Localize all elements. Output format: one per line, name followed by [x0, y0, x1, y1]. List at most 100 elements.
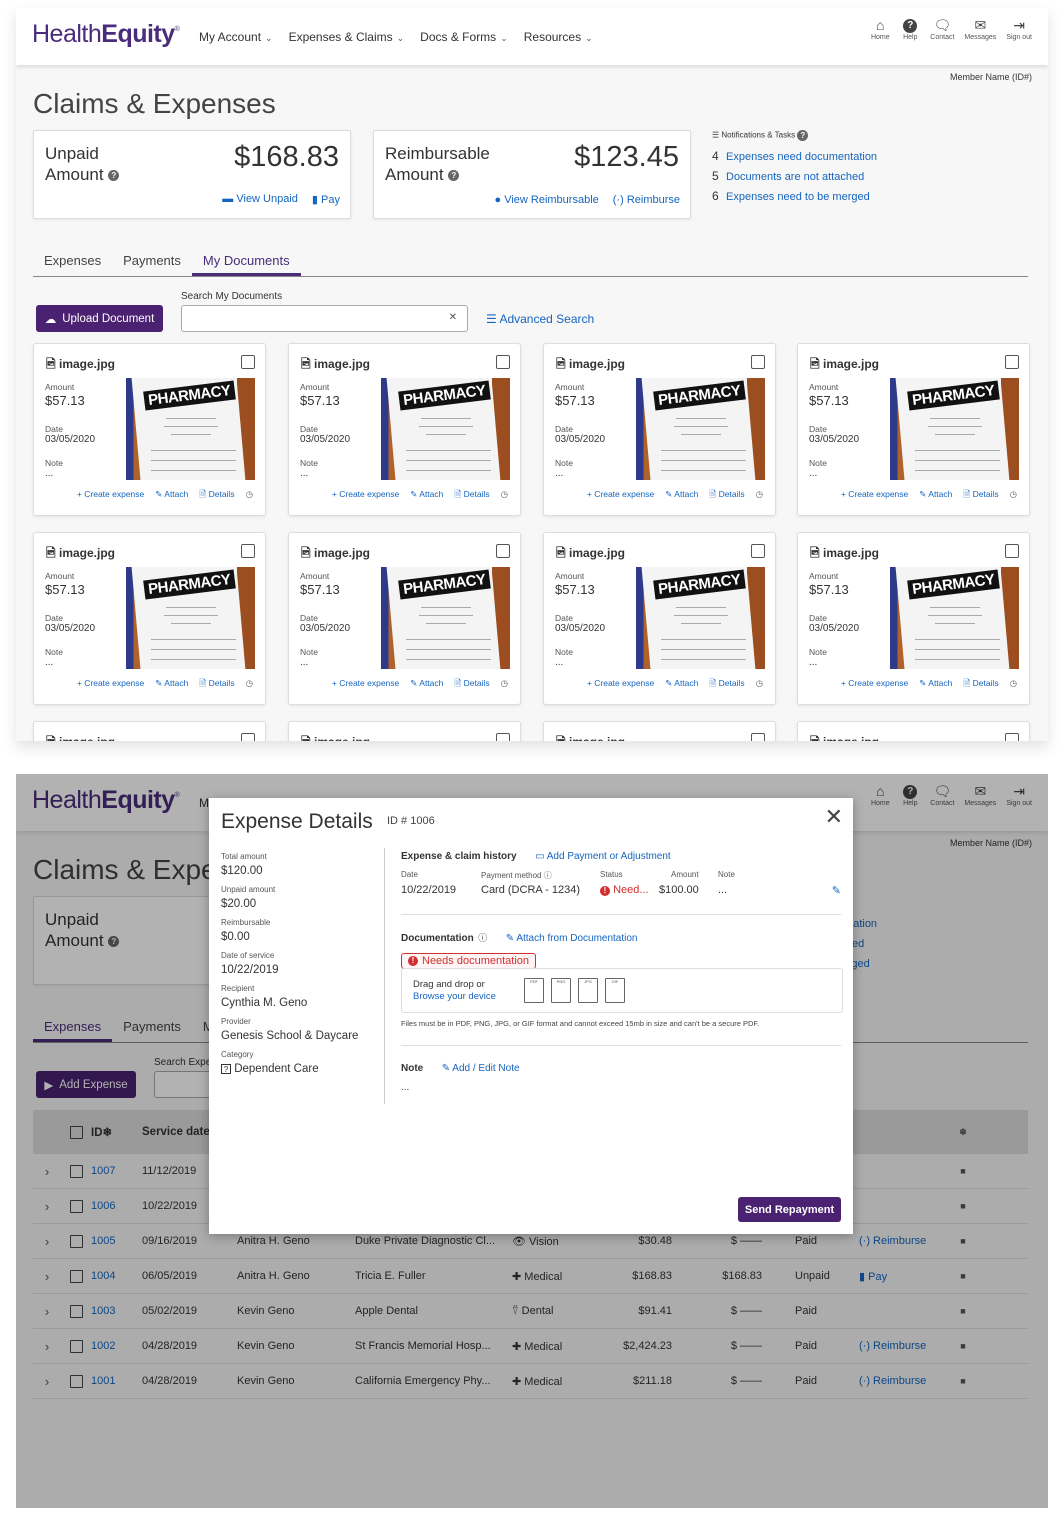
row-menu-icon[interactable]: ■ — [948, 1376, 978, 1386]
document-card[interactable]: 🖻 image.jpg Amount $57.13 Date 03/05/202… — [33, 343, 266, 516]
sign-out-link[interactable]: ⇥ Sign out — [1006, 16, 1032, 41]
history-clock-icon[interactable]: ◷ — [1010, 489, 1017, 503]
row-checkbox[interactable] — [69, 1269, 83, 1283]
help-icon[interactable]: ? — [797, 130, 809, 141]
row-checkbox[interactable] — [69, 1234, 83, 1248]
reimburse-link[interactable]: (·) Reimburse — [613, 194, 680, 206]
healthequity-logo[interactable]: HealthEquity® — [32, 20, 180, 49]
create-expense-link[interactable]: + Create expense — [587, 678, 654, 692]
select-checkbox[interactable] — [241, 355, 255, 369]
create-expense-link[interactable]: + Create expense — [77, 489, 144, 503]
history-clock-icon[interactable]: ◷ — [246, 489, 253, 503]
notification-item[interactable]: 5Documents are not attached — [712, 167, 877, 187]
document-card[interactable]: 🖻 image.jpg Amount $57.13 Date 03/05/202… — [33, 532, 266, 705]
expense-id-link[interactable]: 1004 — [91, 1270, 115, 1282]
details-link[interactable]: 🗎 Details — [199, 678, 234, 692]
upload-document-button[interactable]: ☁ Upload Document — [36, 305, 163, 332]
help-link[interactable]: ? Help — [900, 16, 920, 41]
table-row[interactable]: › 1004 06/05/2019 Anitra H. Geno Tricia … — [33, 1259, 1028, 1294]
help-icon[interactable]: ⓘ — [544, 871, 552, 880]
tab-my-documents[interactable]: My Documents — [191, 253, 301, 276]
send-repayment-button[interactable]: Send Repayment — [738, 1197, 841, 1222]
column-settings-icon[interactable]: ❄ — [948, 1127, 978, 1138]
select-checkbox[interactable] — [1005, 544, 1019, 558]
history-clock-icon[interactable]: ◷ — [1010, 678, 1017, 692]
contact-link[interactable]: 🗨 Contact — [930, 16, 954, 41]
receipt-thumbnail[interactable]: PHARMACY — [381, 567, 510, 669]
row-checkbox[interactable] — [69, 1164, 83, 1178]
close-icon[interactable]: ✕ — [825, 804, 843, 830]
details-link[interactable]: 🗎 Details — [963, 489, 998, 503]
history-clock-icon[interactable]: ◷ — [756, 489, 763, 503]
document-card[interactable]: 🖻 image.jpg Amount $57.13 Date 03/05/202… — [33, 721, 266, 741]
attach-link[interactable]: ✎ Attach — [665, 489, 698, 503]
home-link[interactable]: ⌂ Home — [870, 782, 890, 807]
tab-expenses[interactable]: Expenses — [33, 1019, 113, 1042]
sign-out-link[interactable]: ⇥ Sign out — [1006, 782, 1032, 807]
file-dropzone[interactable]: Drag and drop or Browse your device PDF P… — [401, 968, 843, 1013]
receipt-thumbnail[interactable]: PHARMACY — [636, 567, 765, 669]
document-card[interactable]: 🖻 image.jpg Amount $57.13 Date 03/05/202… — [797, 721, 1030, 741]
help-icon[interactable]: ⓘ — [478, 933, 487, 943]
expense-id-link[interactable]: 1007 — [91, 1165, 115, 1177]
expand-chevron-icon[interactable]: › — [33, 1374, 61, 1389]
expense-id-link[interactable]: 1002 — [91, 1340, 115, 1352]
row-menu-icon[interactable]: ■ — [948, 1201, 978, 1211]
document-card[interactable]: 🖻 image.jpg Amount $57.13 Date 03/05/202… — [288, 343, 521, 516]
nav-my-account[interactable]: My Account ⌄ — [199, 30, 273, 44]
receipt-thumbnail[interactable]: PHARMACY — [890, 378, 1019, 480]
healthequity-logo[interactable]: HealthEquity® — [32, 786, 180, 815]
document-card[interactable]: 🖻 image.jpg Amount $57.13 Date 03/05/202… — [288, 721, 521, 741]
history-clock-icon[interactable]: ◷ — [756, 678, 763, 692]
row-menu-icon[interactable]: ■ — [948, 1236, 978, 1246]
select-checkbox[interactable] — [496, 544, 510, 558]
attach-link[interactable]: ✎ Attach — [155, 678, 188, 692]
tab-payments[interactable]: Payments — [112, 253, 192, 276]
row-menu-icon[interactable]: ■ — [948, 1306, 978, 1316]
expense-id-link[interactable]: 1003 — [91, 1305, 115, 1317]
create-expense-link[interactable]: + Create expense — [841, 678, 908, 692]
add-edit-note-link[interactable]: ✎ Add / Edit Note — [442, 1063, 520, 1074]
messages-link[interactable]: ✉ Messages — [964, 782, 996, 807]
row-menu-icon[interactable]: ■ — [948, 1166, 978, 1176]
help-icon[interactable]: ? — [108, 936, 120, 948]
search-documents-input[interactable]: ✕ — [181, 305, 468, 332]
row-menu-icon[interactable]: ■ — [948, 1271, 978, 1281]
help-icon[interactable]: ? — [108, 170, 120, 182]
attach-link[interactable]: ✎ Attach — [155, 489, 188, 503]
select-checkbox[interactable] — [241, 544, 255, 558]
expand-chevron-icon[interactable]: › — [33, 1164, 61, 1179]
pay-link[interactable]: ▮ Pay — [312, 193, 340, 206]
details-link[interactable]: 🗎 Details — [709, 678, 744, 692]
expense-id-link[interactable]: 1006 — [91, 1200, 115, 1212]
receipt-thumbnail[interactable]: PHARMACY — [126, 378, 255, 480]
select-checkbox[interactable] — [751, 544, 765, 558]
expand-chevron-icon[interactable]: › — [33, 1269, 61, 1284]
select-checkbox[interactable] — [751, 733, 765, 741]
document-card[interactable]: 🖻 image.jpg Amount $57.13 Date 03/05/202… — [543, 532, 776, 705]
row-menu-icon[interactable]: ■ — [948, 1341, 978, 1351]
view-reimbursable-link[interactable]: ● View Reimbursable — [494, 194, 598, 206]
notification-item[interactable]: 4Expenses need documentation — [712, 147, 877, 167]
select-all-checkbox[interactable] — [69, 1125, 83, 1139]
document-card[interactable]: 🖻 image.jpg Amount $57.13 Date 03/05/202… — [543, 721, 776, 741]
document-card[interactable]: 🖻 image.jpg Amount $57.13 Date 03/05/202… — [797, 532, 1030, 705]
reimburse-link[interactable]: (·) Reimburse — [859, 1375, 926, 1387]
reimburse-link[interactable]: (·) Reimburse — [859, 1340, 926, 1352]
expand-chevron-icon[interactable]: › — [33, 1199, 61, 1214]
expand-chevron-icon[interactable]: › — [33, 1339, 61, 1354]
clear-search-icon[interactable]: ✕ — [449, 312, 457, 323]
details-link[interactable]: 🗎 Details — [199, 489, 234, 503]
attach-link[interactable]: ✎ Attach — [410, 678, 443, 692]
select-checkbox[interactable] — [751, 355, 765, 369]
create-expense-link[interactable]: + Create expense — [587, 489, 654, 503]
add-expense-button[interactable]: ▶ Add Expense — [36, 1071, 136, 1098]
create-expense-link[interactable]: + Create expense — [77, 678, 144, 692]
table-row[interactable]: › 1002 04/28/2019 Kevin Geno St Francis … — [33, 1329, 1028, 1364]
create-expense-link[interactable]: + Create expense — [332, 489, 399, 503]
expense-id-link[interactable]: 1005 — [91, 1235, 115, 1247]
history-clock-icon[interactable]: ◷ — [501, 489, 508, 503]
expand-chevron-icon[interactable]: › — [33, 1234, 61, 1249]
receipt-thumbnail[interactable]: PHARMACY — [381, 378, 510, 480]
tab-expenses[interactable]: Expenses — [33, 253, 112, 276]
